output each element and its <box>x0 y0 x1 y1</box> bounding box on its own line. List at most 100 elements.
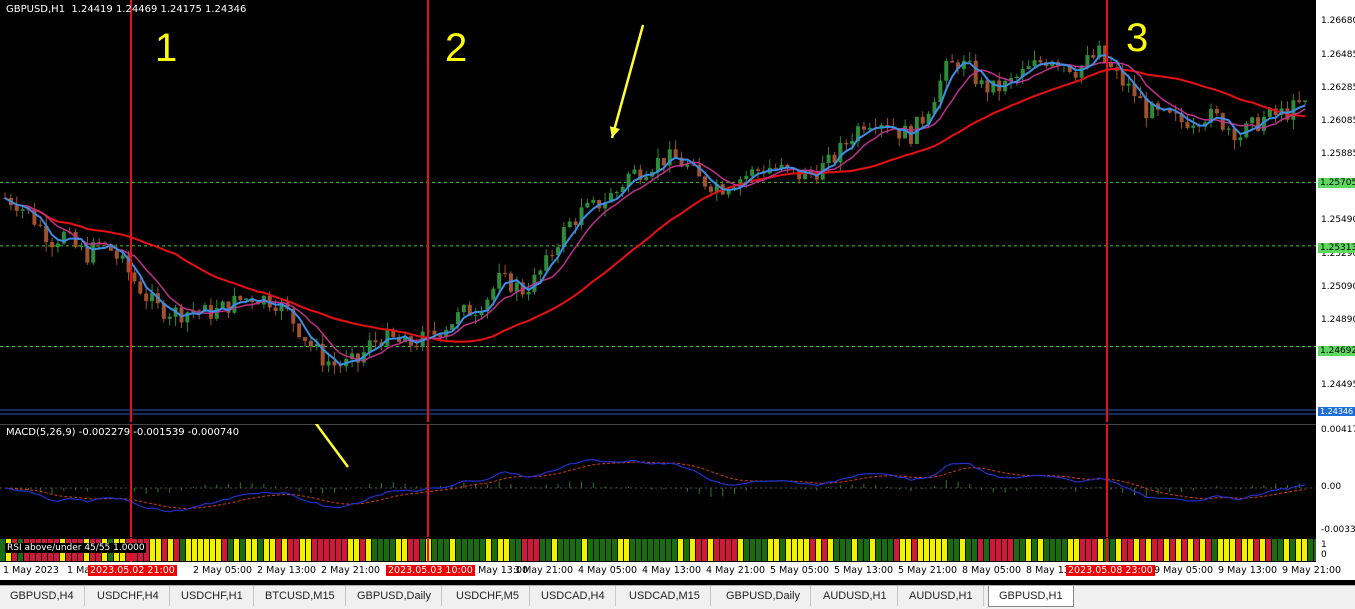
chart-tab[interactable]: USDCAD,H4 <box>531 586 616 606</box>
rsi-bar <box>672 539 677 561</box>
candle-body <box>1014 76 1019 78</box>
chart-tab[interactable]: USDCHF,M5 <box>446 586 530 606</box>
candle-body <box>861 126 866 130</box>
rsi-bar <box>336 539 341 561</box>
candle-body <box>385 329 390 346</box>
symbol-info: GBPUSD,H1 1.24419 1.24469 1.24175 1.2434… <box>6 4 247 15</box>
candle-body <box>920 116 925 124</box>
price-axis[interactable]: 1.26680 1.26485 1.26285 1.26085 1.25885 … <box>1316 0 1355 580</box>
candle-body <box>538 270 543 275</box>
chart-tab[interactable]: USDCAD,M15 <box>619 586 711 606</box>
candle-body <box>950 61 955 63</box>
rsi-bar <box>396 539 401 561</box>
rsi-bar <box>516 539 521 561</box>
rsi-bar <box>972 539 977 561</box>
rsi-bar <box>228 539 233 561</box>
time-axis[interactable]: 1 May 2023 1 May 2 May 05:00 2 May 13:00… <box>0 562 1341 580</box>
rsi-bar <box>264 539 269 561</box>
rsi-bar <box>216 539 221 561</box>
fast-ma-line <box>4 54 1306 366</box>
chart-tab[interactable]: GBPUSD,Daily <box>347 586 442 606</box>
rsi-bar <box>828 539 833 561</box>
rsi-bar <box>420 539 425 561</box>
rsi-bar <box>1080 539 1085 561</box>
rsi-bar <box>174 539 179 561</box>
rsi-bar <box>480 539 485 561</box>
time-label: 1 May 2023 <box>3 565 59 576</box>
chart-tab-active[interactable]: GBPUSD,H1 <box>988 586 1074 607</box>
candle-body <box>526 291 531 295</box>
rsi-bar <box>1224 539 1229 561</box>
candle-body <box>79 245 84 248</box>
rsi-bar <box>456 539 461 561</box>
rsi-bar <box>756 539 761 561</box>
rsi-bar <box>168 539 173 561</box>
candle-body <box>220 301 225 309</box>
rsi-bar <box>750 539 755 561</box>
candle-body <box>1038 60 1043 63</box>
chart-tab[interactable]: GBPUSD,H4 <box>0 586 85 606</box>
rsi-bar <box>1056 539 1061 561</box>
rsi-bar <box>1158 539 1163 561</box>
region-label-3: 3 <box>1126 16 1149 60</box>
rsi-bar <box>630 539 635 561</box>
rsi-bar <box>1284 539 1289 561</box>
candle-body <box>14 205 19 211</box>
price-label: 1.26085 <box>1321 116 1355 126</box>
candle-body <box>414 345 419 348</box>
chart-tab[interactable]: USDCHF,H4 <box>87 586 170 606</box>
rsi-bar <box>1278 539 1283 561</box>
rsi-bar <box>558 539 563 561</box>
price-label: 1.26485 <box>1321 50 1355 60</box>
rsi-title: RSI above/under 45/55 1.0000 <box>6 543 146 553</box>
rsi-bar <box>390 539 395 561</box>
rsi-bar <box>762 539 767 561</box>
rsi-bar <box>690 539 695 561</box>
rsi-bar <box>642 539 647 561</box>
rsi-bar <box>468 539 473 561</box>
rsi-bar <box>810 539 815 561</box>
candle-body <box>573 221 578 225</box>
rsi-bar <box>1050 539 1055 561</box>
rsi-bar <box>234 539 239 561</box>
rsi-bar <box>978 539 983 561</box>
chart-tab[interactable]: BTCUSD,M15 <box>255 586 346 606</box>
rsi-bar <box>282 539 287 561</box>
candle-body <box>273 307 278 312</box>
time-label: 2 May 21:00 <box>321 565 381 576</box>
candle-body <box>473 315 478 317</box>
candle-body <box>585 202 590 208</box>
chart-tab[interactable]: AUDUSD,H1 <box>899 586 984 606</box>
rsi-bar <box>876 539 881 561</box>
rsi-bar <box>318 539 323 561</box>
chart-tab[interactable]: AUDUSD,H1 <box>813 586 898 606</box>
price-label: 1.26285 <box>1321 83 1355 93</box>
rsi-bar <box>894 539 899 561</box>
chart-tab[interactable]: GBPUSD,Daily <box>716 586 811 606</box>
rsi-bar <box>324 539 329 561</box>
rsi-bar <box>1266 539 1271 561</box>
candle-body <box>632 169 637 174</box>
rsi-bar <box>1008 539 1013 561</box>
rsi-bar <box>606 539 611 561</box>
candle-body <box>567 221 572 228</box>
candle-body <box>1226 128 1231 130</box>
rsi-bar <box>192 539 197 561</box>
chart-tab[interactable]: USDCHF,H1 <box>171 586 254 606</box>
rsi-bar <box>402 539 407 561</box>
rsi-bar <box>948 539 953 561</box>
candle-body <box>514 282 519 292</box>
macd-panel[interactable] <box>0 424 1316 537</box>
price-chart[interactable] <box>0 0 1316 422</box>
rsi-bar <box>870 539 875 561</box>
rsi-bar <box>366 539 371 561</box>
rsi-bar <box>924 539 929 561</box>
time-label: 2 May 13:00 <box>257 565 317 576</box>
crosshair-time-marker: 2023.05.08 23:00 <box>1066 565 1155 576</box>
rsi-bar <box>1182 539 1187 561</box>
rsi-bar <box>258 539 263 561</box>
rsi-bar <box>540 539 545 561</box>
rsi-panel[interactable] <box>0 538 1316 562</box>
macd-scale-label: 0.00417 <box>1321 425 1355 435</box>
rsi-bar <box>246 539 251 561</box>
